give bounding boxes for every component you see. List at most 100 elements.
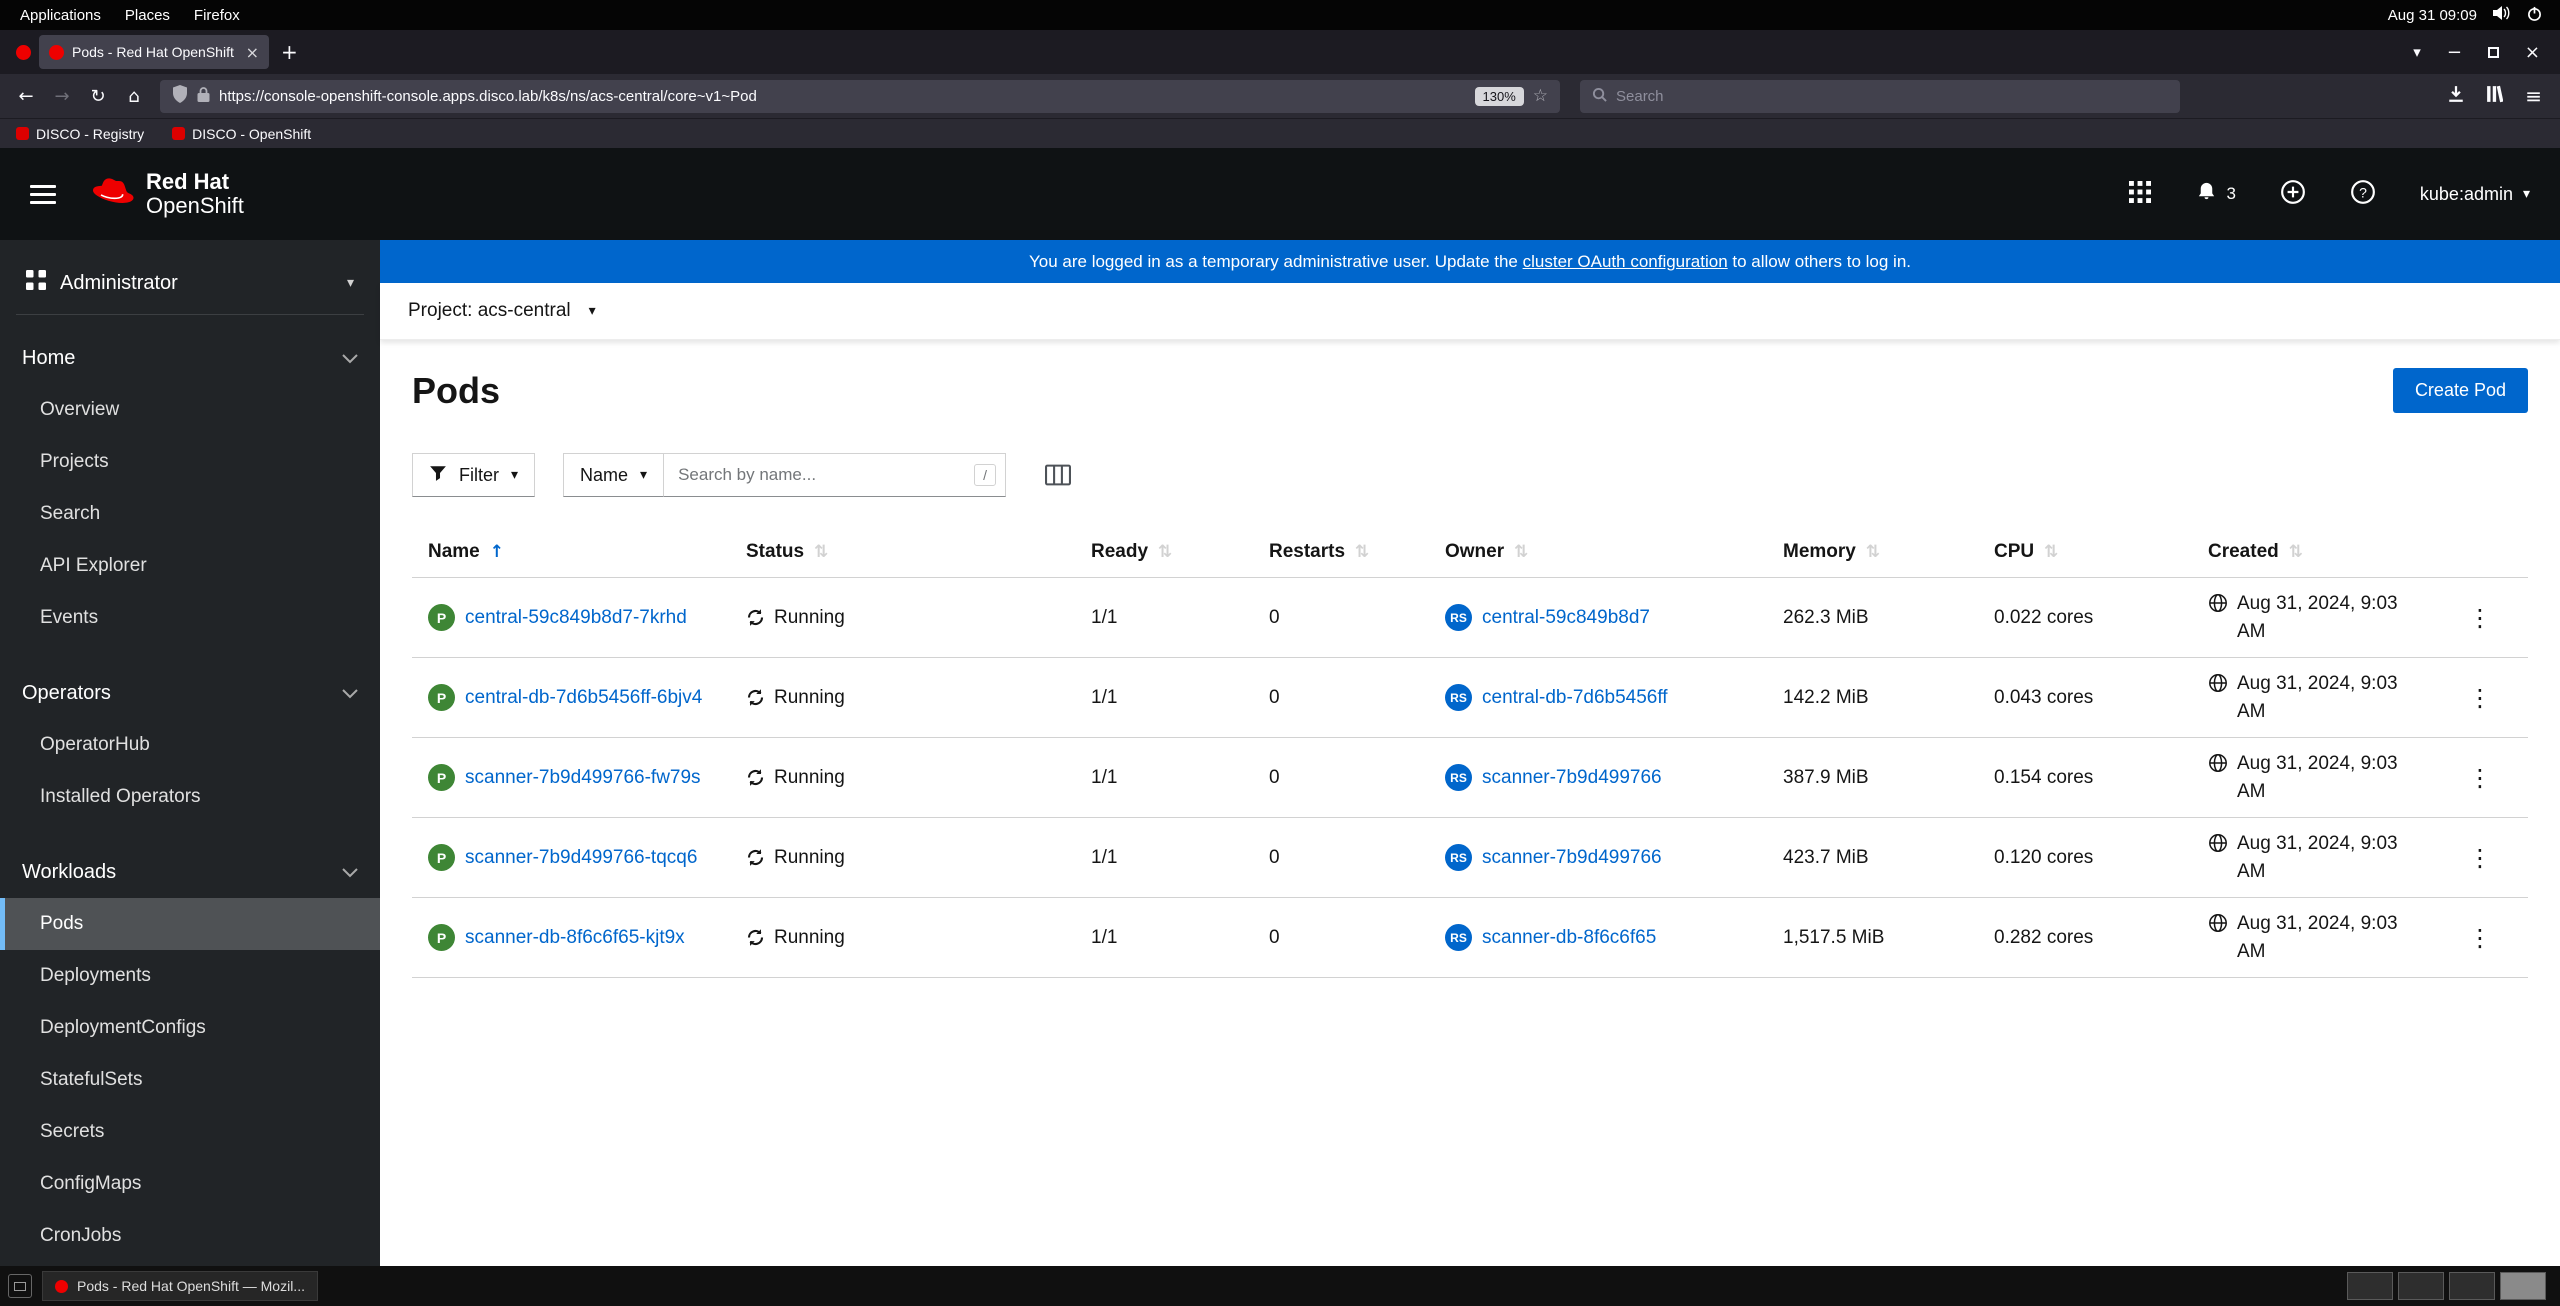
zoom-indicator[interactable]: 130% xyxy=(1474,86,1524,106)
owner-link[interactable]: scanner-7b9d499766 xyxy=(1482,767,1662,789)
workspace-3[interactable] xyxy=(2449,1272,2495,1300)
owner-link[interactable]: central-59c849b8d7 xyxy=(1482,607,1650,629)
taskbar-window-button[interactable]: Pods - Red Hat OpenShift — Mozil... xyxy=(42,1271,318,1301)
column-header-name[interactable]: Name ↑ xyxy=(412,527,730,578)
create-pod-button[interactable]: Create Pod xyxy=(2392,368,2528,413)
bookmark-star-icon[interactable]: ☆ xyxy=(1533,86,1548,106)
browser-search-field[interactable]: Search xyxy=(1580,79,2180,113)
workspace-1[interactable] xyxy=(2347,1272,2393,1300)
row-kebab-button[interactable]: ⋮ xyxy=(2468,844,2492,872)
close-window-icon[interactable]: × xyxy=(2525,42,2540,63)
column-header-status[interactable]: Status ⇅ xyxy=(730,527,1075,578)
manage-columns-button[interactable] xyxy=(1036,453,1080,497)
applications-menu[interactable]: Applications xyxy=(8,0,113,30)
browser-tab[interactable]: Pods - Red Hat OpenShift × xyxy=(39,35,269,69)
sidebar-item-operatorhub[interactable]: OperatorHub xyxy=(0,719,380,771)
tracking-shield-icon[interactable] xyxy=(172,84,188,108)
new-tab-button[interactable]: + xyxy=(281,40,298,64)
forward-button[interactable]: → xyxy=(46,80,78,112)
row-kebab-button[interactable]: ⋮ xyxy=(2468,764,2492,792)
pod-link[interactable]: scanner-7b9d499766-fw79s xyxy=(465,767,701,789)
sidebar-item-secrets[interactable]: Secrets xyxy=(0,1106,380,1158)
workspace-2[interactable] xyxy=(2398,1272,2444,1300)
column-header-restarts[interactable]: Restarts ⇅ xyxy=(1253,527,1429,578)
row-kebab-button[interactable]: ⋮ xyxy=(2468,924,2492,952)
column-header-created[interactable]: Created ⇅ xyxy=(2192,527,2432,578)
sidebar-item-search[interactable]: Search xyxy=(0,488,380,540)
tab-close-icon[interactable]: × xyxy=(246,43,259,62)
brand-logo[interactable]: Red Hat OpenShift xyxy=(86,170,244,218)
column-header-ready[interactable]: Ready ⇅ xyxy=(1075,527,1253,578)
url-text[interactable]: https://console-openshift-console.apps.d… xyxy=(219,88,1466,105)
filter-dropdown[interactable]: Filter ▾ xyxy=(412,453,536,497)
nav-group-operators[interactable]: Operators xyxy=(0,668,380,719)
user-menu[interactable]: kube:admin ▾ xyxy=(2420,184,2530,205)
nav-group-workloads[interactable]: Workloads xyxy=(0,847,380,898)
sort-icon[interactable]: ⇅ xyxy=(1158,542,1172,562)
home-button[interactable]: ⌂ xyxy=(118,80,150,112)
pod-link[interactable]: scanner-db-8f6c6f65-kjt9x xyxy=(465,927,685,949)
sidebar-item-projects[interactable]: Projects xyxy=(0,436,380,488)
sort-icon[interactable]: ⇅ xyxy=(2044,542,2058,562)
back-button[interactable]: ← xyxy=(10,80,42,112)
sort-icon[interactable]: ⇅ xyxy=(1866,542,1880,562)
notifications-button[interactable]: 3 xyxy=(2195,180,2236,208)
reload-button[interactable]: ↻ xyxy=(82,80,114,112)
sidebar-item-installed-operators[interactable]: Installed Operators xyxy=(0,771,380,823)
pod-link[interactable]: central-db-7d6b5456ff-6bjv4 xyxy=(465,687,702,709)
sidebar-item-api-explorer[interactable]: API Explorer xyxy=(0,540,380,592)
oauth-config-link[interactable]: cluster OAuth configuration xyxy=(1523,252,1728,271)
workspace-4[interactable] xyxy=(2500,1272,2546,1300)
sort-icon[interactable]: ⇅ xyxy=(1514,542,1528,562)
owner-link[interactable]: scanner-db-8f6c6f65 xyxy=(1482,927,1656,949)
list-tabs-icon[interactable]: ▾ xyxy=(2413,43,2421,61)
library-icon[interactable] xyxy=(2487,85,2504,108)
power-icon[interactable] xyxy=(2527,6,2542,25)
row-kebab-button[interactable]: ⋮ xyxy=(2468,604,2492,632)
sidebar-item-pods[interactable]: Pods xyxy=(0,898,380,950)
help-icon[interactable]: ? xyxy=(2350,179,2376,210)
sort-icon[interactable]: ⇅ xyxy=(2289,542,2303,562)
places-menu[interactable]: Places xyxy=(113,0,182,30)
search-attribute-dropdown[interactable]: Name ▾ xyxy=(563,453,665,497)
pod-link[interactable]: central-59c849b8d7-7krhd xyxy=(465,607,687,629)
column-header-memory[interactable]: Memory ⇅ xyxy=(1767,527,1978,578)
firefox-menu[interactable]: Firefox xyxy=(182,0,252,30)
column-header-owner[interactable]: Owner ⇅ xyxy=(1429,527,1767,578)
sidebar-item-events[interactable]: Events xyxy=(0,592,380,644)
clock[interactable]: Aug 31 09:09 xyxy=(2388,7,2477,24)
sidebar-item-statefulsets[interactable]: StatefulSets xyxy=(0,1054,380,1106)
sidebar-item-deploymentconfigs[interactable]: DeploymentConfigs xyxy=(0,1002,380,1054)
volume-icon[interactable] xyxy=(2493,6,2511,24)
owner-link[interactable]: central-db-7d6b5456ff xyxy=(1482,687,1668,709)
sidebar-item-overview[interactable]: Overview xyxy=(0,384,380,436)
nav-toggle-icon[interactable] xyxy=(30,184,56,204)
app-launcher-icon[interactable] xyxy=(2129,180,2152,208)
downloads-icon[interactable] xyxy=(2447,85,2465,108)
name-search-input[interactable] xyxy=(664,453,1007,497)
owner-link[interactable]: scanner-7b9d499766 xyxy=(1482,847,1662,869)
url-bar[interactable]: https://console-openshift-console.apps.d… xyxy=(160,79,1560,113)
sort-asc-icon[interactable]: ↑ xyxy=(490,542,504,562)
minimize-window-icon[interactable]: − xyxy=(2447,42,2462,63)
sort-icon[interactable]: ⇅ xyxy=(1355,542,1369,562)
lock-icon[interactable] xyxy=(197,86,210,107)
bookmark-disco-registry[interactable]: DISCO - Registry xyxy=(16,126,144,142)
quick-create-icon[interactable] xyxy=(2280,179,2306,210)
sidebar-item-cronjobs[interactable]: CronJobs xyxy=(0,1210,380,1262)
maximize-window-icon[interactable] xyxy=(2487,46,2499,58)
row-kebab-button[interactable]: ⋮ xyxy=(2468,684,2492,712)
window-list-icon[interactable] xyxy=(8,1274,32,1298)
bookmark-disco-openshift[interactable]: DISCO - OpenShift xyxy=(172,126,311,142)
hamburger-menu-icon[interactable]: ≡ xyxy=(2525,84,2542,108)
pod-link[interactable]: scanner-7b9d499766-tqcq6 xyxy=(465,847,697,869)
column-header-cpu[interactable]: CPU ⇅ xyxy=(1978,527,2192,578)
sidebar-item-deployments[interactable]: Deployments xyxy=(0,950,380,1002)
perspective-switcher[interactable]: Administrator ▾ xyxy=(16,256,364,315)
sort-icon[interactable]: ⇅ xyxy=(814,542,828,562)
bookmarks-bar: DISCO - Registry DISCO - OpenShift xyxy=(0,118,2560,148)
sidebar-item-configmaps[interactable]: ConfigMaps xyxy=(0,1158,380,1210)
nav-group-home[interactable]: Home xyxy=(0,333,380,384)
globe-icon xyxy=(2209,594,2227,612)
project-selector[interactable]: Project: acs-central ▾ xyxy=(380,283,2560,340)
